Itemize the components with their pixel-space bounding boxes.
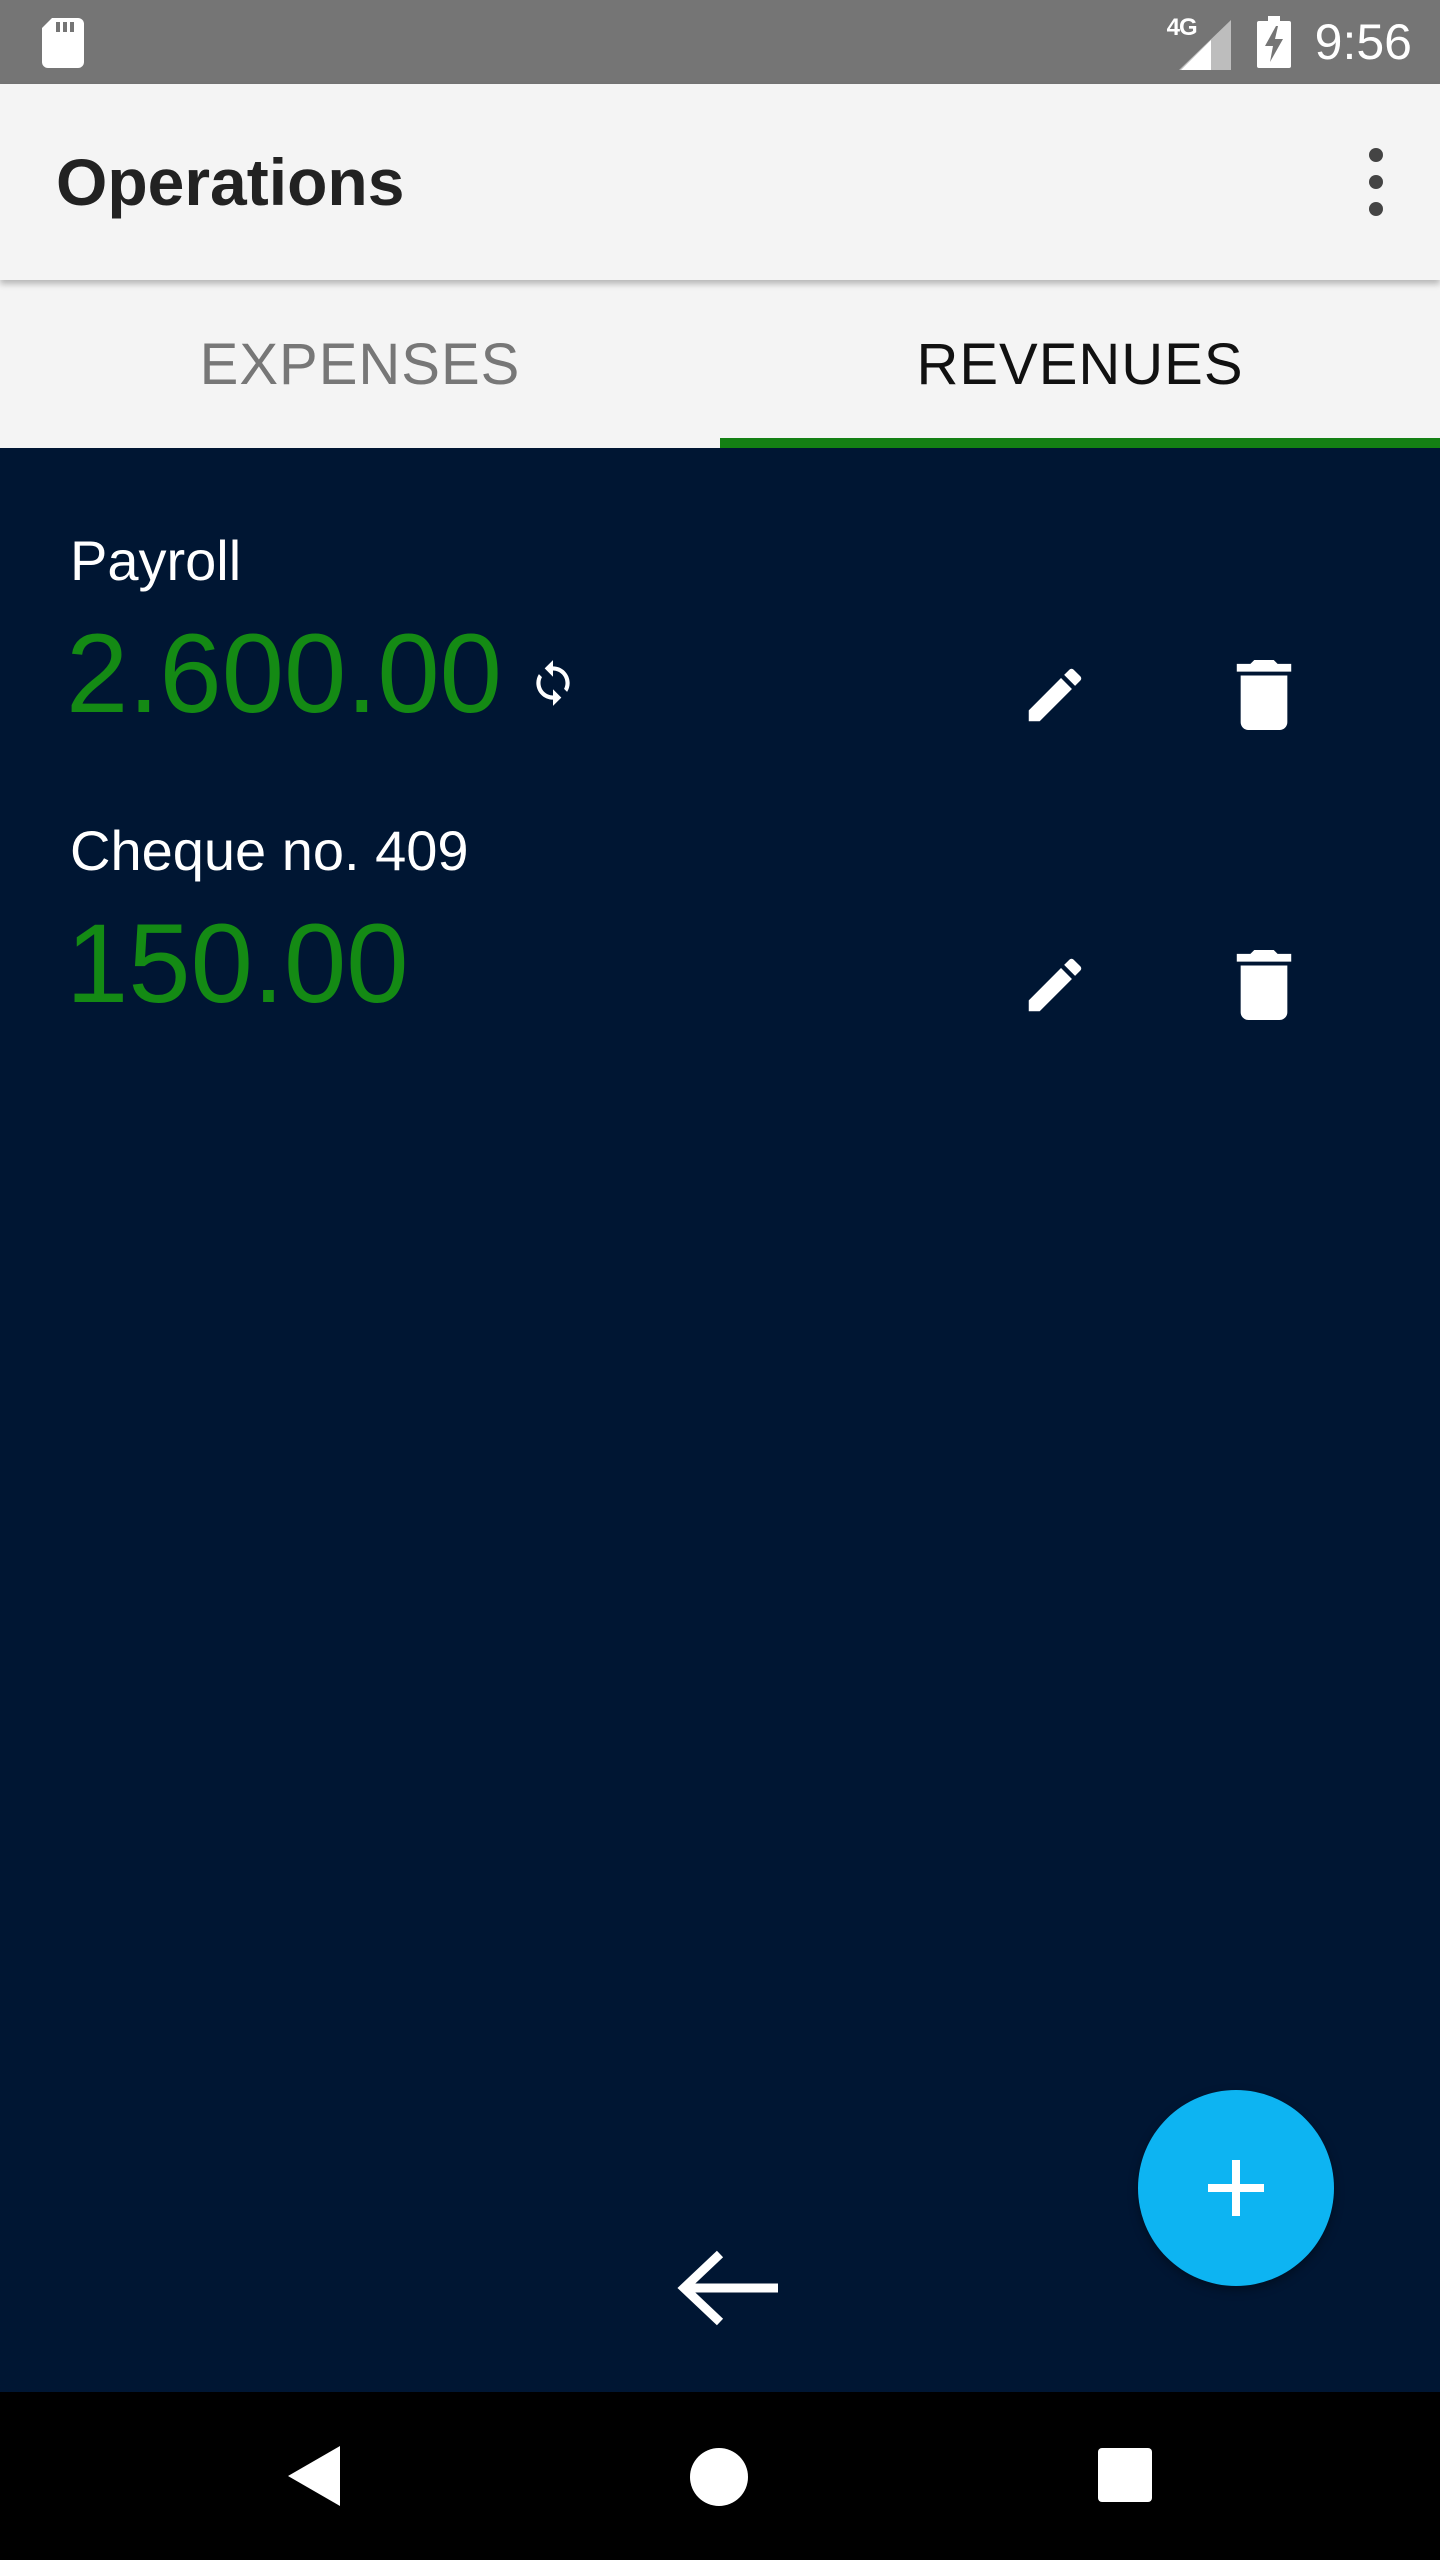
recurring-icon [536,660,570,706]
signal-icon [1178,20,1231,70]
edit-button[interactable] [1020,950,1090,1020]
add-revenue-button[interactable] [1138,2090,1334,2286]
app-bar: Operations [0,84,1440,280]
pencil-icon [1028,668,1082,722]
more-options-button[interactable] [1352,148,1400,216]
tab-selected-indicator [720,438,1440,448]
revenue-name: Cheque no. 409 [70,819,469,882]
tab-expenses[interactable]: EXPENSES [0,280,720,448]
more-vert-icon-dot [1369,175,1383,189]
edit-button[interactable] [1020,660,1090,730]
delete-button[interactable] [1236,660,1292,730]
signal-indicator: 4G [1167,14,1231,70]
revenue-amount: 2.600.00 [66,611,502,736]
status-bar: 4G 9:56 [0,0,1440,84]
tab-bar: EXPENSES REVENUES [0,280,1440,448]
battery-charging-icon [1256,16,1291,68]
more-vert-icon-dot [1369,202,1383,216]
arrow-left-icon[interactable] [676,2250,780,2326]
page-title: Operations [56,145,405,219]
system-nav-bar [0,2392,1440,2560]
nav-home-icon[interactable] [690,2448,748,2506]
delete-button[interactable] [1236,950,1292,1020]
revenue-amount: 150.00 [66,901,409,1026]
list-item: Payroll 2.600.00 [0,448,1440,736]
plus-icon [1208,2160,1264,2216]
more-vert-icon [1369,148,1383,162]
trash-icon [1236,660,1292,730]
status-time: 9:56 [1314,14,1412,70]
revenue-name: Payroll [70,529,242,592]
sd-card-icon [42,18,84,68]
nav-recents-icon[interactable] [1098,2448,1152,2502]
tab-revenues[interactable]: REVENUES [720,280,1440,448]
trash-icon [1236,950,1292,1020]
nav-back-icon[interactable] [286,2444,342,2508]
list-item: Cheque no. 409 150.00 [0,738,1440,1026]
pencil-icon [1028,958,1082,1012]
